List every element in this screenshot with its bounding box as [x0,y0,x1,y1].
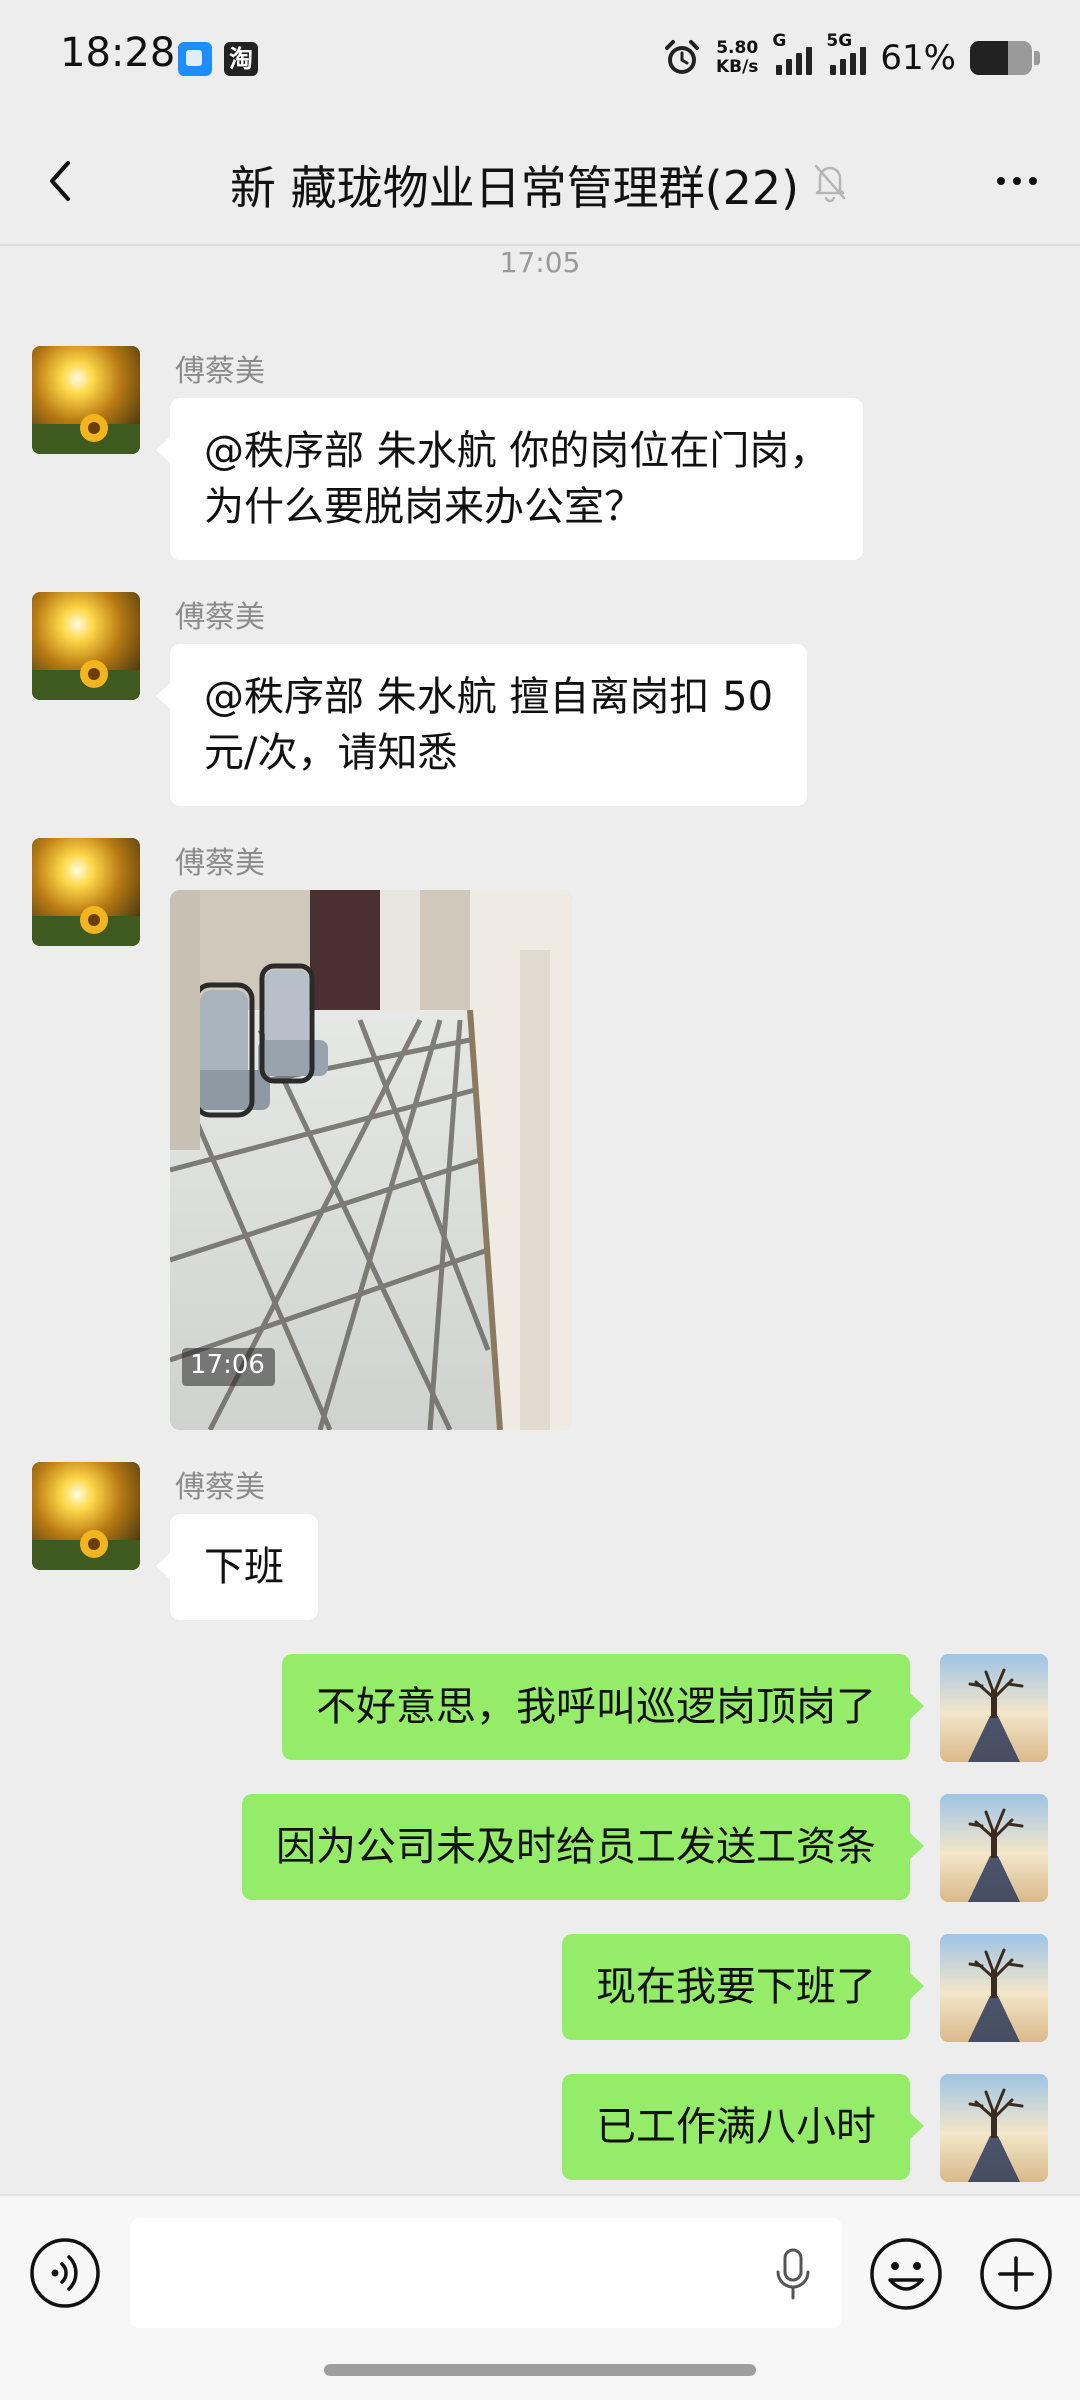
sender-avatar[interactable] [32,592,140,700]
sender-name: 傅蔡美 [175,600,265,635]
image-message[interactable]: 17:06 [170,890,572,1430]
sunflower-avatar-image [32,592,140,700]
bell-off-icon [814,164,846,203]
message-item: 傅蔡美 @秩序部 朱水航 你的岗位在门岗， 为什么要脱岗来办公室？ [0,346,1080,561]
message-line: 元/次，请知悉 [204,730,458,776]
message-item: 因为公司未及时给员工发送工资条 [0,1794,1080,1902]
outgoing-text-bubble[interactable]: 现在我要下班了 [562,1934,924,2040]
sunflower-avatar-image [32,1462,140,1570]
sender-name: 傅蔡美 [175,354,265,389]
message-line: 不好意思，我呼叫巡逻岗顶岗了 [316,1684,876,1730]
message-line: 为什么要脱岗来办公室？ [204,484,644,530]
network-speed-unit: KB/s [715,57,759,77]
message-line: 现在我要下班了 [596,1964,876,2010]
message-line: @秩序部 朱水航 擅自离岗扣 50 [204,674,774,720]
plus-icon[interactable] [978,2236,1054,2312]
sim2-signal-icon: 5G [826,31,867,75]
chat-title[interactable]: 新 藏珑物业日常管理群(22) [230,152,799,218]
battery-icon [970,41,1032,75]
microphone-icon[interactable] [768,2246,818,2302]
status-bar: 18:28 淘 5.80 KB/s G 5G 61% [0,0,1080,118]
back-button-chevron-left-icon[interactable] [30,148,96,214]
message-line: @秩序部 朱水航 你的岗位在门岗， [204,428,830,474]
network-speed: 5.80 KB/s [716,39,758,77]
outgoing-text-bubble[interactable]: 已工作满八小时 [562,2074,924,2180]
network-speed-value: 5.80 [716,38,759,58]
battery-fill [970,41,1008,75]
tree-avatar-image [940,2074,1048,2182]
sunflower-avatar-image [32,346,140,454]
message-timestamp: 17:05 [499,246,581,279]
app-notification-icon [178,42,212,76]
chat-header: 新 藏珑物业日常管理群(22) [0,118,1080,246]
message-line: 已工作满八小时 [596,2104,876,2150]
message-line: 因为公司未及时给员工发送工资条 [276,1824,876,1870]
taobao-notification-icon: 淘 [224,42,258,76]
message-line: 下班 [204,1544,284,1590]
sender-avatar[interactable] [32,346,140,454]
tree-avatar-image [940,1654,1048,1762]
sender-avatar[interactable] [32,838,140,946]
message-item: 不好意思，我呼叫巡逻岗顶岗了 [0,1654,1080,1762]
incoming-text-bubble[interactable]: @秩序部 朱水航 擅自离岗扣 50 元/次，请知悉 [155,644,808,806]
outgoing-text-bubble[interactable]: 因为公司未及时给员工发送工资条 [242,1794,924,1900]
message-item: 傅蔡美 @秩序部 朱水航 擅自离岗扣 50 元/次，请知悉 [0,592,1080,807]
more-dots-icon[interactable] [984,148,1050,214]
home-indicator[interactable] [324,2364,756,2376]
sunflower-avatar-image [32,838,140,946]
photo-timestamp-stamp: 17:06 [182,1348,275,1386]
sender-name: 傅蔡美 [175,846,265,881]
sender-name: 傅蔡美 [175,1470,265,1505]
sim1-signal-icon: G [772,31,813,75]
sim1-network-tag: G [772,31,787,51]
sender-avatar[interactable] [32,1462,140,1570]
incoming-text-bubble[interactable]: @秩序部 朱水航 你的岗位在门岗， 为什么要脱岗来办公室？ [155,398,864,560]
message-item: 已工作满八小时 [0,2074,1080,2182]
battery-percent: 61% [880,38,956,78]
sim2-network-tag: 5G [826,31,853,51]
wechat-group-chat-screen: 18:28 淘 5.80 KB/s G 5G 61% 新 藏珑物业日常管理群(2… [0,0,1080,2400]
message-list[interactable]: 17:05 傅蔡美 @秩序部 朱水航 你的岗位在门岗， 为什么要脱岗来办公室？ … [0,246,1080,2194]
emoji-icon[interactable] [868,2236,944,2312]
my-avatar[interactable] [940,2074,1048,2182]
message-item: 傅蔡美 17:06 [0,838,1080,1432]
alarm-icon [664,40,699,74]
status-time: 18:28 [60,30,176,76]
message-input[interactable] [130,2218,842,2328]
my-avatar[interactable] [940,1934,1048,2042]
battery-cap [1034,51,1040,65]
tree-avatar-image [940,1934,1048,2042]
status-indicators: 5.80 KB/s G 5G 61% [662,30,1040,86]
incoming-text-bubble[interactable]: 下班 [156,1514,318,1620]
message-item: 傅蔡美 下班 [0,1462,1080,1622]
voice-input-icon[interactable] [28,2236,102,2310]
my-avatar[interactable] [940,1654,1048,1762]
outgoing-text-bubble[interactable]: 不好意思，我呼叫巡逻岗顶岗了 [282,1654,924,1760]
tree-avatar-image [940,1794,1048,1902]
message-item: 现在我要下班了 [0,1934,1080,2042]
my-avatar[interactable] [940,1794,1048,1902]
